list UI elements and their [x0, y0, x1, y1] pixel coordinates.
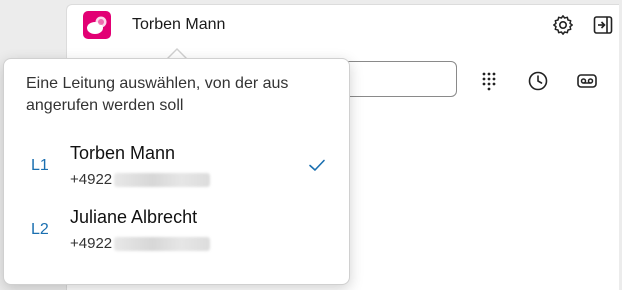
line-number-prefix: +4922 [70, 235, 113, 252]
chat-bubbles-logo-icon [87, 16, 107, 34]
app-logo [83, 11, 111, 39]
checkmark-icon [309, 159, 325, 171]
dialpad-icon[interactable] [477, 69, 501, 93]
user-name: Torben Mann [132, 16, 226, 33]
line-picker-heading: Eine Leitung auswählen, von der aus ange… [26, 75, 289, 114]
line-item-l2[interactable]: L2 Juliane Albrecht +4922 [4, 205, 349, 263]
redacted-number-mask [114, 236, 211, 251]
line-number-prefix: +4922 [70, 171, 113, 188]
history-clock-icon[interactable] [526, 69, 550, 93]
line-item-l1[interactable]: L1 Torben Mann +4922 [4, 141, 349, 199]
line-name: Juliane Albrecht [70, 207, 198, 227]
redacted-number-mask [114, 172, 211, 187]
line-name: Torben Mann [70, 143, 176, 163]
sign-out-icon[interactable] [591, 13, 615, 37]
gear-icon[interactable] [551, 13, 575, 37]
voicemail-icon[interactable] [575, 69, 599, 93]
line-code: L2 [31, 221, 49, 238]
titlebar: Torben Mann [67, 5, 619, 49]
line-number: +4922 [70, 171, 211, 188]
line-number: +4922 [70, 235, 211, 252]
line-picker-popup: Eine Leitung auswählen, von der aus ange… [3, 58, 350, 285]
line-code: L1 [31, 157, 49, 174]
